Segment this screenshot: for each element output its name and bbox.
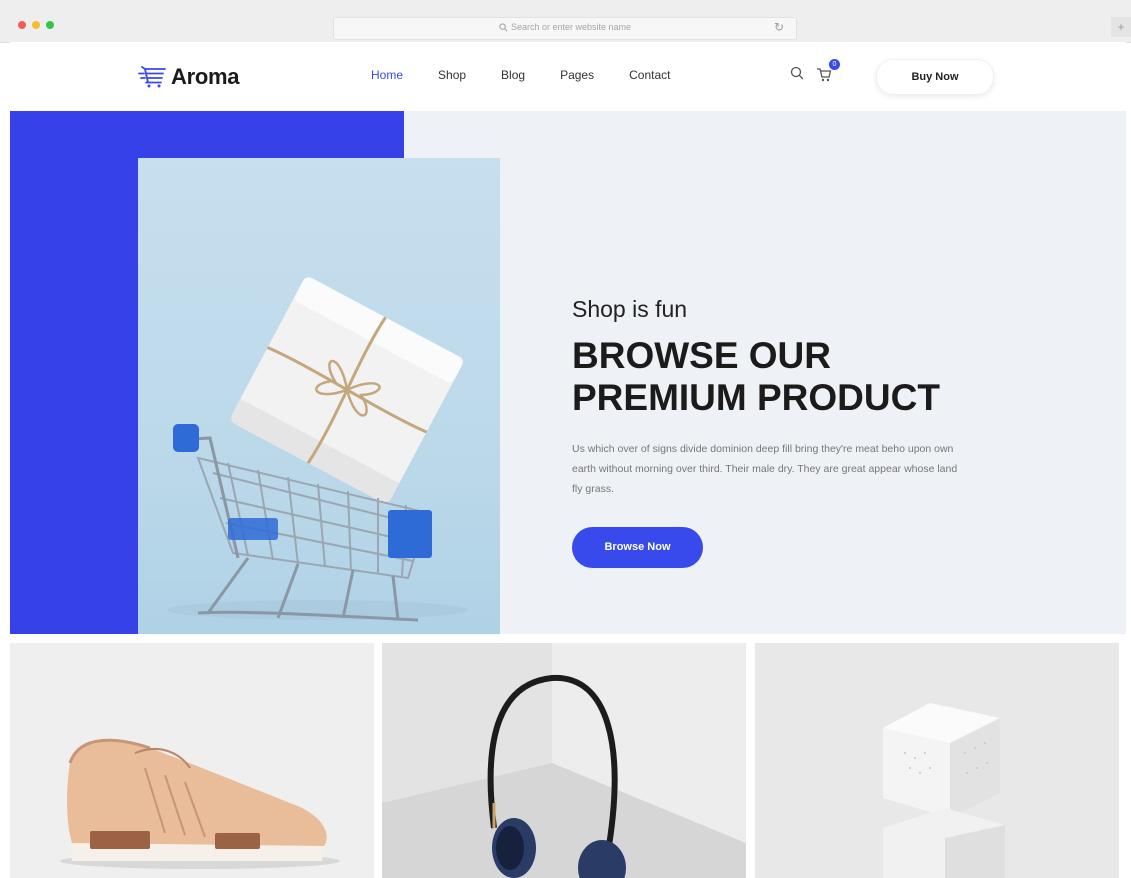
cart-count-badge: 0 xyxy=(829,59,840,70)
nav-item-shop[interactable]: Shop xyxy=(438,68,466,82)
product-tile-headphones[interactable] xyxy=(382,643,746,878)
search-icon xyxy=(499,23,508,32)
hero-title-line1: BROWSE OUR xyxy=(572,335,831,376)
white-cubes-image xyxy=(883,703,1005,878)
sneaker-image xyxy=(60,738,340,869)
nav-item-home[interactable]: Home xyxy=(371,68,403,82)
hero-subtitle: Shop is fun xyxy=(572,296,688,322)
site-header: Aroma Home Shop Blog Pages Contact 0 Buy… xyxy=(10,42,1126,111)
shopping-cart-gift-illustration xyxy=(168,277,468,622)
window-maximize-button[interactable] xyxy=(46,21,54,29)
nav-item-contact[interactable]: Contact xyxy=(629,68,670,82)
product-tile-sneaker[interactable] xyxy=(10,643,374,878)
window-minimize-button[interactable] xyxy=(32,21,40,29)
hero-title-line2: PREMIUM PRODUCT xyxy=(572,377,940,418)
search-icon[interactable] xyxy=(790,66,804,80)
logo[interactable]: Aroma xyxy=(137,64,239,90)
nav-item-blog[interactable]: Blog xyxy=(501,68,525,82)
window-close-button[interactable] xyxy=(18,21,26,29)
new-tab-icon[interactable]: + xyxy=(1111,17,1131,37)
main-nav: Home Shop Blog Pages Contact xyxy=(371,68,705,82)
browse-now-button[interactable]: Browse Now xyxy=(572,527,703,568)
hero-image-cart-gift xyxy=(138,158,500,634)
headphones-image xyxy=(382,643,746,878)
logo-text: Aroma xyxy=(171,64,240,89)
buy-now-button[interactable]: Buy Now xyxy=(876,59,994,95)
reload-icon[interactable]: ↻ xyxy=(774,20,784,34)
hero-title: BROWSE OUR PREMIUM PRODUCT xyxy=(572,335,992,419)
address-placeholder-text: Search or enter website name xyxy=(510,22,632,32)
cart-icon[interactable] xyxy=(816,66,832,82)
product-tile-cubes[interactable] xyxy=(755,643,1119,878)
address-bar[interactable]: Search or enter website name ↻ xyxy=(333,17,797,40)
hero-description: Us which over of signs divide dominion d… xyxy=(572,443,958,495)
browser-toolbar: Search or enter website name ↻ + xyxy=(0,0,1131,43)
nav-item-pages[interactable]: Pages xyxy=(560,68,594,82)
hero-section: Shop is fun BROWSE OUR PREMIUM PRODUCT U… xyxy=(10,111,1126,634)
shopping-cart-icon xyxy=(138,66,166,88)
address-placeholder: Search or enter website name xyxy=(334,22,796,32)
